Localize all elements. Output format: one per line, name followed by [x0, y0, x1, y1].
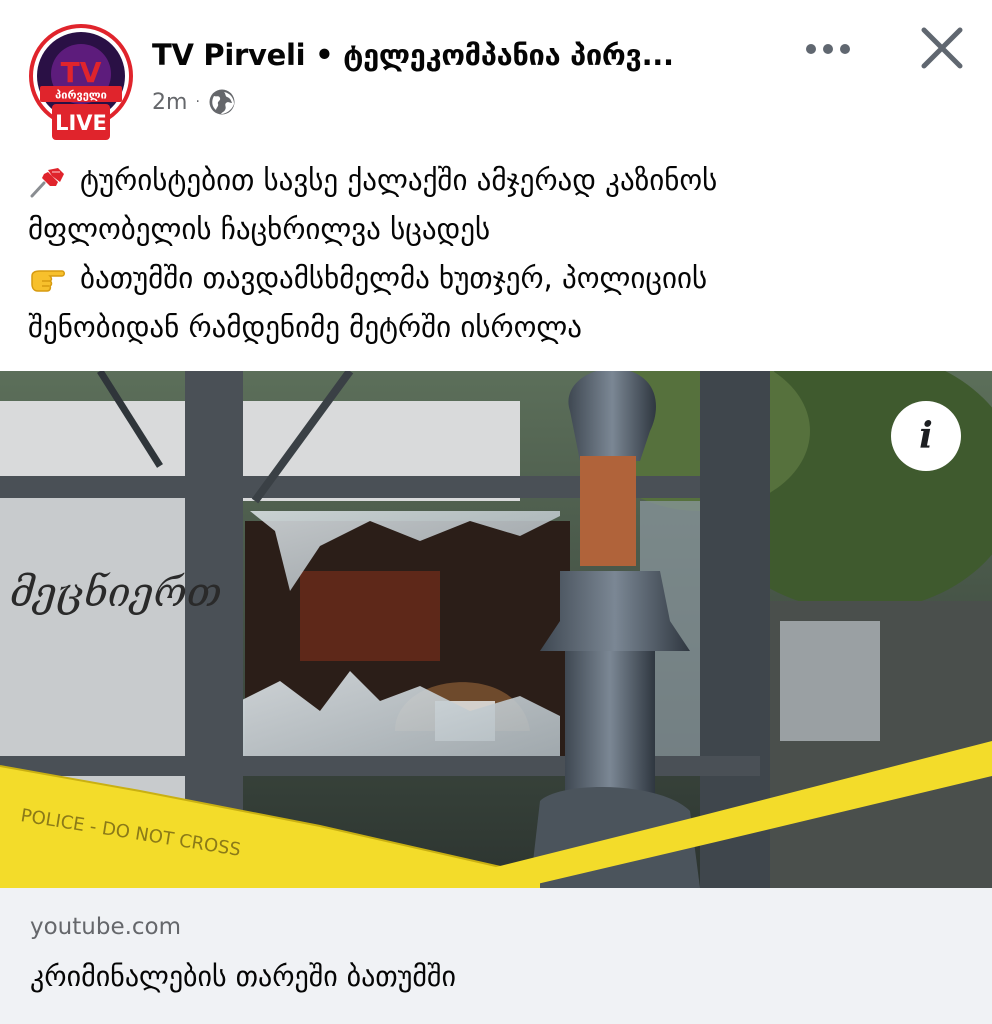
shattered-glass-photo: მეცნიერთ POLICE - DO NOT CROSS — [0, 371, 992, 888]
avatar-tv-text: TV — [61, 56, 102, 89]
link-title[interactable]: კრიმინალების თარეში ბათუმში — [30, 960, 456, 993]
caption-line: ტურისტებით სავსე ქალაქში ამჯერად კაზინოს — [28, 156, 968, 205]
close-icon[interactable] — [918, 24, 966, 72]
caption-text: შენობიდან რამდენიმე მეტრში ისროლა — [28, 310, 582, 344]
post-meta: 2m · — [152, 88, 236, 116]
info-button[interactable]: i — [891, 401, 961, 471]
more-dot — [840, 44, 850, 54]
pushpin-icon — [30, 167, 64, 197]
caption-line: ბათუმში თავდამსხმელმა ხუთჯერ, პოლიციის — [28, 254, 968, 303]
caption-line: შენობიდან რამდენიმე მეტრში ისროლა — [28, 303, 968, 352]
pointing-hand-icon — [31, 269, 65, 292]
link-domain: youtube.com — [30, 914, 182, 940]
page-name[interactable]: TV Pirveli • ტელეკომპანია პირვ... — [152, 38, 674, 72]
separator-dot: · — [195, 94, 200, 110]
caption-line: მფლობელის ჩაცხრილვა სცადეს — [28, 205, 968, 254]
avatar-brand-text: პირველი — [55, 89, 107, 102]
tv-pirveli-avatar[interactable]: TV პირველი LIVE — [28, 24, 134, 144]
link-preview-card[interactable] — [0, 888, 992, 1024]
caption-text: ბათუმში თავდამსხმელმა ხუთჯერ, პოლიციის — [80, 261, 708, 295]
info-icon: i — [919, 415, 933, 457]
more-dot — [823, 44, 833, 54]
video-thumbnail[interactable]: მეცნიერთ POLICE - DO NOT CROSS — [0, 371, 992, 888]
caption-text: მფლობელის ჩაცხრილვა სცადეს — [28, 212, 491, 246]
post-caption: ტურისტებით სავსე ქალაქში ამჯერად კაზინოს… — [28, 156, 968, 352]
window-sign-text: მეცნიერთ — [10, 570, 222, 616]
caption-text: ტურისტებით სავსე ქალაქში ამჯერად კაზინოს — [80, 163, 718, 197]
live-badge: LIVE — [55, 111, 107, 135]
globe-icon — [209, 89, 235, 115]
post-time[interactable]: 2m — [152, 90, 187, 115]
more-dot — [806, 44, 816, 54]
post-header: TV პირველი LIVE TV Pirveli • ტელეკომპანი… — [0, 0, 992, 150]
more-options-button[interactable] — [806, 34, 856, 64]
